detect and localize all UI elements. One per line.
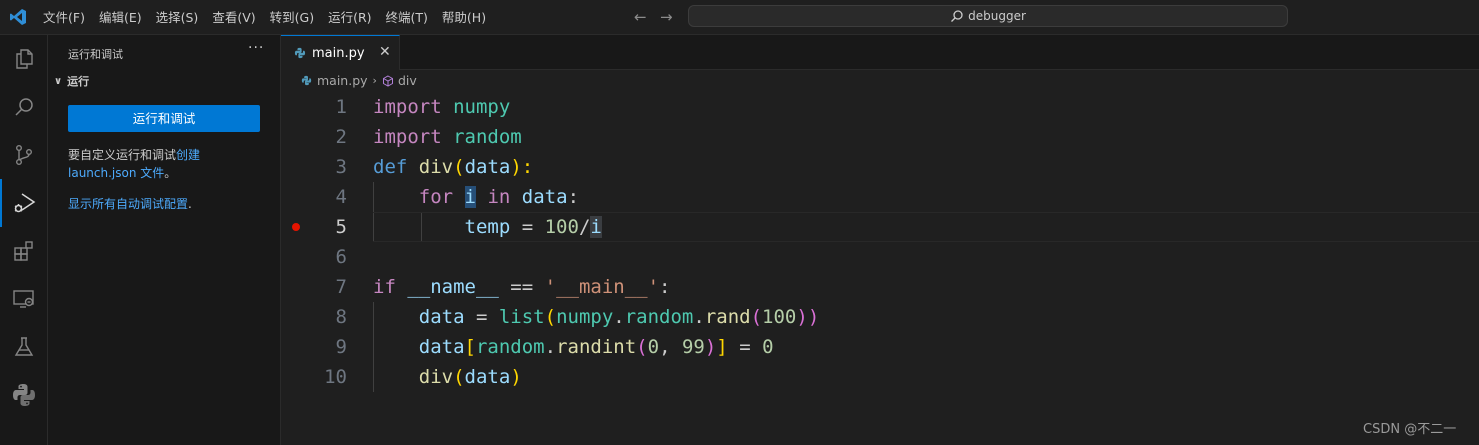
line-number: 8 — [335, 306, 347, 328]
testing-icon[interactable] — [0, 323, 48, 371]
code-text: import random — [373, 126, 522, 148]
code-text: for i in data: — [418, 186, 580, 208]
code-line-current: 5 temp = 100/i — [281, 212, 1479, 242]
command-center-text: debugger — [968, 9, 1026, 23]
menu-bar: 文件(F) 编辑(E) 选择(S) 查看(V) 转到(G) 运行(R) 终端(T… — [36, 0, 493, 35]
menu-run[interactable]: 运行(R) — [321, 0, 378, 35]
tab-bar: main.py ✕ — [281, 35, 1479, 70]
code-line: 4 for i in data: — [281, 182, 1479, 212]
auto-suffix: . — [188, 197, 192, 211]
menu-view[interactable]: 查看(V) — [205, 0, 262, 35]
menu-terminal[interactable]: 终端(T) — [379, 0, 435, 35]
sidebar: 运行和调试 ··· ∨ 运行 运行和调试 要自定义运行和调试创建 launch.… — [48, 35, 281, 445]
section-header-run[interactable]: ∨ 运行 — [52, 73, 89, 89]
breadcrumb-symbol[interactable]: div — [398, 73, 417, 88]
remote-explorer-icon[interactable] — [0, 275, 48, 323]
sidebar-title: 运行和调试 — [68, 48, 123, 61]
menu-help[interactable]: 帮助(H) — [435, 0, 493, 35]
code-text: temp = 100/i — [464, 216, 602, 238]
forward-arrow-icon[interactable]: → — [660, 9, 673, 25]
code-line: 6 — [281, 242, 1479, 272]
section-title: 运行 — [67, 75, 90, 88]
code-text: data = list(numpy.random.rand(100)) — [418, 306, 820, 328]
code-text: data[random.randint(0, 99)] = 0 — [418, 336, 774, 358]
line-number: 6 — [335, 246, 347, 268]
tab-main-py[interactable]: main.py ✕ — [281, 35, 400, 70]
line-number: 5 — [335, 216, 347, 238]
auto-debug-hint: 显示所有自动调试配置. — [68, 195, 268, 213]
close-icon[interactable]: ✕ — [379, 44, 391, 60]
line-number: 3 — [335, 156, 347, 178]
title-bar: 文件(F) 编辑(E) 选择(S) 查看(V) 转到(G) 运行(R) 终端(T… — [0, 0, 1479, 35]
code-line: 1 import numpy — [281, 92, 1479, 122]
run-and-debug-button[interactable]: 运行和调试 — [68, 105, 260, 132]
extensions-icon[interactable] — [0, 227, 48, 275]
python-file-icon — [301, 75, 312, 86]
code-line: 3 def div(data): — [281, 152, 1479, 182]
menu-selection[interactable]: 选择(S) — [149, 0, 206, 35]
editor-area: main.py ✕ main.py › div 1 import numpy 2… — [281, 35, 1479, 445]
menu-file[interactable]: 文件(F) — [36, 0, 92, 35]
tab-label: main.py — [312, 45, 365, 61]
code-text: def div(data): — [373, 156, 534, 178]
source-control-icon[interactable] — [0, 131, 48, 179]
explorer-icon[interactable] — [0, 35, 48, 83]
breadcrumb: main.py › div — [301, 73, 417, 88]
back-arrow-icon[interactable]: ← — [634, 9, 647, 25]
line-number: 1 — [335, 96, 347, 118]
method-cube-icon — [382, 74, 393, 87]
line-number: 2 — [335, 126, 347, 148]
code-text: div(data) — [418, 366, 522, 388]
code-line: 10 div(data) — [281, 362, 1479, 392]
menu-go[interactable]: 转到(G) — [263, 0, 321, 35]
customize-hint: 要自定义运行和调试创建 launch.json 文件。 — [68, 146, 268, 182]
command-center-search[interactable]: debugger — [688, 5, 1288, 27]
customize-hint-text: 要自定义运行和调试 — [68, 148, 177, 162]
activity-bar — [0, 35, 48, 445]
python-file-icon — [294, 47, 306, 59]
code-line: 7 if __name__ == '__main__': — [281, 272, 1479, 302]
hint-suffix: 。 — [164, 166, 177, 180]
search-icon[interactable] — [0, 83, 48, 131]
python-icon[interactable] — [0, 371, 48, 419]
watermark: CSDN @不二一 — [1363, 422, 1457, 437]
launch-json-link[interactable]: launch.json 文件 — [68, 166, 164, 180]
line-number: 4 — [335, 186, 347, 208]
breadcrumb-file[interactable]: main.py — [317, 73, 368, 88]
breadcrumb-separator-icon: › — [372, 74, 377, 87]
code-line: 2 import random — [281, 122, 1479, 152]
line-number: 9 — [335, 336, 347, 358]
code-text: import numpy — [373, 96, 511, 118]
code-line: 8 data = list(numpy.random.rand(100)) — [281, 302, 1479, 332]
run-debug-icon[interactable] — [0, 179, 48, 227]
vscode-logo-icon — [10, 9, 26, 25]
menu-edit[interactable]: 编辑(E) — [92, 0, 149, 35]
line-number: 10 — [324, 366, 347, 388]
code-text: if __name__ == '__main__': — [373, 276, 671, 298]
more-actions-icon[interactable]: ··· — [248, 40, 264, 56]
show-auto-debug-link[interactable]: 显示所有自动调试配置 — [68, 197, 188, 211]
search-icon — [951, 10, 963, 22]
code-line: 9 data[random.randint(0, 99)] = 0 — [281, 332, 1479, 362]
create-link[interactable]: 创建 — [176, 148, 200, 162]
line-number: 7 — [335, 276, 347, 298]
chevron-down-icon: ∨ — [54, 75, 63, 87]
